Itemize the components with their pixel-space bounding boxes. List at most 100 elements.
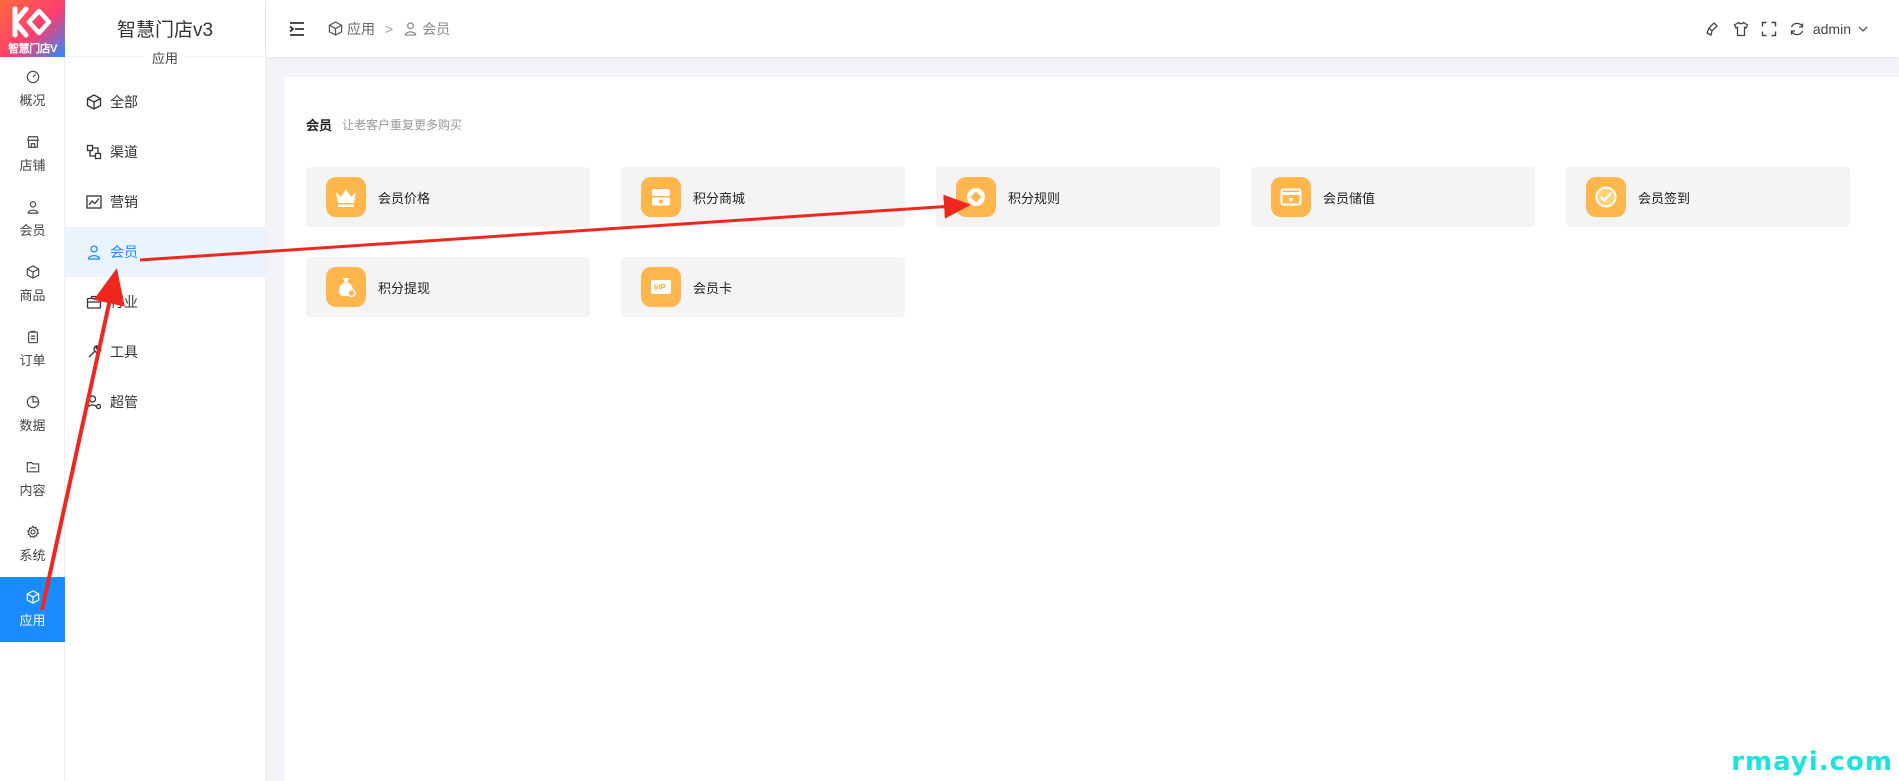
tile-label: 会员卡 [693,280,733,296]
rail-item-system[interactable]: 系统 [0,512,65,577]
section-description: 让老客户重复更多购买 [342,118,463,132]
user-icon [27,201,38,214]
breadcrumb-current-label: 会员 [422,20,451,37]
rail-item-overview[interactable]: 概况 [0,57,65,122]
sidebar-item-label: 行业 [110,294,138,310]
sidebar-item-marketing[interactable]: 营销 [65,177,265,227]
folder-icon [26,462,39,473]
user-icon [87,245,101,260]
tile-label: 积分商城 [693,190,746,206]
tile-icon-wrap [641,267,681,307]
user-menu[interactable]: admin [1813,21,1869,37]
sidebar-item-industry[interactable]: 行业 [65,277,265,327]
gear-icon [26,525,39,539]
sidebar-item-label: 全部 [110,94,138,110]
logo-mark-icon [12,6,52,38]
app-tile-member-stored-value[interactable]: 会员储值 [1251,167,1535,227]
cube-icon [328,21,343,36]
tile-icon-wrap [326,267,366,307]
breadcrumb-root[interactable]: 应用 [328,19,375,39]
rail-item-orders[interactable]: 订单 [0,317,65,382]
coin-icon [967,188,985,206]
icon-rail: 智慧门店V 概况 店铺 会员 商品 订单 数据 内容 系统 应用 [0,0,65,781]
app-tile-member-card[interactable]: 会员卡 [621,257,905,317]
tile-label: 会员储值 [1323,190,1376,206]
sidebar-item-label: 工具 [110,344,138,360]
tile-label: 会员签到 [1638,190,1691,206]
refresh-icon[interactable] [1789,21,1805,37]
moneybag-icon [338,278,356,298]
sidebar-item-tools[interactable]: 工具 [65,327,265,377]
rail-item-label: 概况 [19,93,46,108]
rail-item-data[interactable]: 数据 [0,382,65,447]
theme-shirt-icon[interactable] [1733,21,1749,37]
content-panel: 会员 让老客户重复更多购买 会员价格 积分商城 积分规则 会员储值 会员签到 积… [285,77,1899,781]
breadcrumb-root-label: 应用 [347,20,375,37]
channel-icon [86,144,102,160]
fullscreen-icon[interactable] [1761,21,1777,37]
section-title: 会员 [306,118,333,133]
username: admin [1812,20,1851,37]
app-tile-member-price[interactable]: 会员价格 [306,167,590,227]
secondary-sidebar: 智慧门店v3 应用 全部 渠道 营销 会员 行业 工具 超管 [65,0,266,781]
vip-card-icon [651,280,671,294]
watermark: rmayi.com [1731,747,1893,777]
rail-item-label: 店铺 [19,158,46,173]
store-icon [26,136,39,148]
tile-icon-wrap [956,177,996,217]
dashboard-icon [26,70,39,84]
sidebar-item-superadmin[interactable]: 超管 [65,377,265,427]
menu-fold-icon[interactable] [288,20,306,38]
tile-label: 会员价格 [378,190,431,206]
briefcase-icon [86,295,102,309]
sidebar-menu: 全部 渠道 营销 会员 行业 工具 超管 [65,77,265,427]
sidebar-item-label: 会员 [110,244,138,260]
rail-item-label: 内容 [19,483,46,498]
sidebar-item-all[interactable]: 全部 [65,77,265,127]
tile-icon-wrap [641,177,681,217]
rail-item-label: 数据 [19,418,46,433]
app-tile-points-rules[interactable]: 积分规则 [936,167,1220,227]
admin-icon [86,395,102,410]
breadcrumb: 应用 > 会员 [328,19,450,39]
rail-item-label: 商品 [19,288,46,303]
app-tile-member-signin[interactable]: 会员签到 [1566,167,1850,227]
cube-icon [86,94,102,110]
sidebar-item-label: 营销 [110,194,138,210]
tool-icon [88,345,102,358]
rail-item-member[interactable]: 会员 [0,187,65,252]
app-tile-points-mall[interactable]: 积分商城 [621,167,905,227]
tile-label: 积分提现 [378,280,431,296]
sidebar-section-label: 应用 [65,48,265,67]
rail-item-content[interactable]: 内容 [0,447,65,512]
pie-icon [26,395,39,409]
logo-text: 智慧门店V [8,43,57,55]
user-icon [404,22,417,36]
sidebar-item-label: 超管 [110,394,138,410]
clear-cache-icon[interactable] [1705,21,1721,37]
rail-item-apps[interactable]: 应用 [0,577,65,642]
sidebar-item-channel[interactable]: 渠道 [65,127,265,177]
rail-item-store[interactable]: 店铺 [0,122,65,187]
tile-icon-wrap [326,177,366,217]
cube-icon [26,590,39,604]
tile-label: 积分规则 [1008,190,1061,206]
rail-item-label: 应用 [19,613,46,628]
rail-item-goods[interactable]: 商品 [0,252,65,317]
breadcrumb-current: 会员 [403,19,450,39]
rail-item-label: 会员 [19,223,46,238]
sidebar-header: 智慧门店v3 应用 [65,0,265,66]
box-icon [26,265,39,279]
app-title: 智慧门店v3 [116,20,214,41]
chevron-down-icon [1858,26,1868,32]
app-logo[interactable]: 智慧门店V [0,0,65,57]
rail-item-label: 系统 [19,548,46,563]
chart-icon [86,195,102,209]
app-tile-points-withdraw[interactable]: 积分提现 [306,257,590,317]
sidebar-item-label: 渠道 [110,144,138,160]
sidebar-item-member[interactable]: 会员 [65,227,265,277]
sidebar-section-text: 应用 [143,51,186,66]
rail-item-label: 订单 [19,353,46,368]
crown-icon [336,189,356,207]
tile-icon-wrap [1586,177,1626,217]
